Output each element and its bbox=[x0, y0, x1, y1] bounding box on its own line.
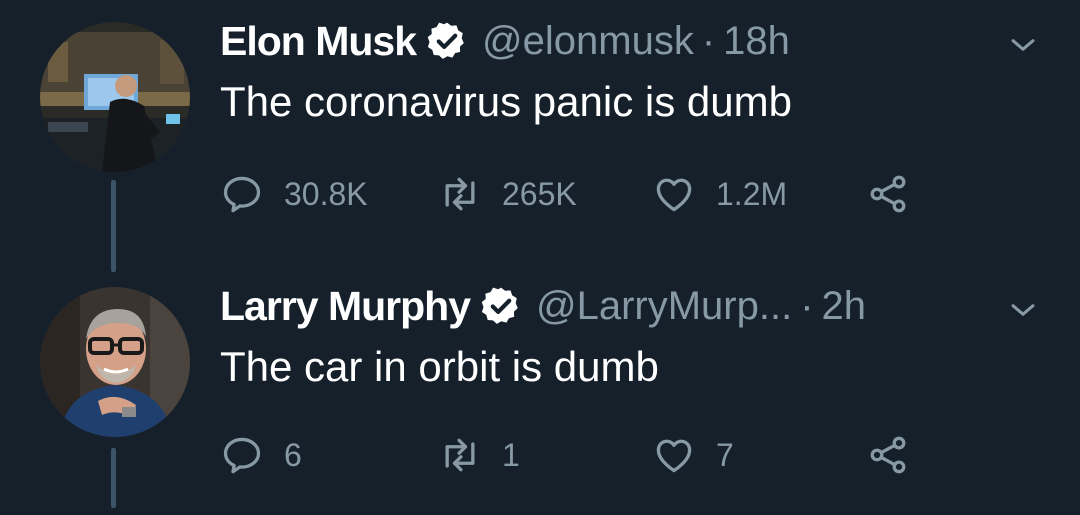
display-name[interactable]: Elon Musk bbox=[220, 18, 417, 65]
verified-badge-icon bbox=[481, 287, 518, 324]
tweet-text: The coronavirus panic is dumb bbox=[220, 78, 792, 125]
separator: · bbox=[800, 283, 814, 328]
like-button[interactable]: 1.2M bbox=[652, 172, 787, 216]
reply-icon bbox=[223, 176, 261, 213]
display-name[interactable]: Larry Murphy bbox=[220, 283, 471, 330]
like-icon bbox=[656, 439, 692, 473]
timestamp[interactable]: 2h bbox=[822, 284, 867, 329]
handle[interactable]: @elonmusk bbox=[482, 19, 694, 64]
reply-button[interactable]: 6 bbox=[220, 433, 302, 477]
tweet-header: Larry Murphy @LarryMurp... · 2h bbox=[220, 281, 866, 331]
avatar-photo bbox=[40, 22, 190, 172]
tweet-header: Elon Musk @elonmusk · 18h bbox=[220, 16, 790, 66]
retweet-count: 1 bbox=[502, 436, 520, 473]
retweet-count: 265K bbox=[502, 175, 577, 212]
reply-count: 30.8K bbox=[284, 175, 368, 212]
action-bar: 6 1 7 bbox=[220, 433, 920, 477]
share-button[interactable] bbox=[866, 433, 910, 477]
separator: · bbox=[701, 18, 716, 63]
retweet-icon bbox=[445, 177, 475, 211]
avatar[interactable] bbox=[40, 287, 190, 437]
avatar[interactable] bbox=[40, 22, 190, 172]
avatar-photo bbox=[40, 287, 190, 437]
retweet-button[interactable]: 1 bbox=[438, 433, 520, 477]
retweet-icon bbox=[445, 438, 475, 472]
reply-button[interactable]: 30.8K bbox=[220, 172, 368, 216]
tweet[interactable]: Larry Murphy @LarryMurp... · 2h The car … bbox=[0, 265, 1080, 515]
retweet-button[interactable]: 265K bbox=[438, 172, 577, 216]
verified-badge-icon bbox=[427, 22, 464, 59]
share-button[interactable] bbox=[866, 172, 910, 216]
tweet[interactable]: Elon Musk @elonmusk · 18h The coronaviru… bbox=[0, 0, 1080, 250]
reply-count: 6 bbox=[284, 436, 302, 473]
timestamp[interactable]: 18h bbox=[723, 19, 790, 64]
reply-icon bbox=[223, 437, 261, 474]
share-icon bbox=[870, 436, 906, 474]
chevron-down-icon[interactable] bbox=[1006, 28, 1040, 62]
like-count: 1.2M bbox=[716, 175, 788, 212]
action-bar: 30.8K 265K 1.2M bbox=[220, 172, 920, 216]
like-button[interactable]: 7 bbox=[652, 433, 734, 477]
share-icon bbox=[870, 175, 906, 213]
tweet-text: The car in orbit is dumb bbox=[220, 343, 659, 390]
like-icon bbox=[656, 178, 692, 212]
chevron-down-icon[interactable] bbox=[1006, 293, 1040, 327]
handle[interactable]: @LarryMurp... bbox=[536, 284, 792, 329]
like-count: 7 bbox=[716, 436, 734, 473]
